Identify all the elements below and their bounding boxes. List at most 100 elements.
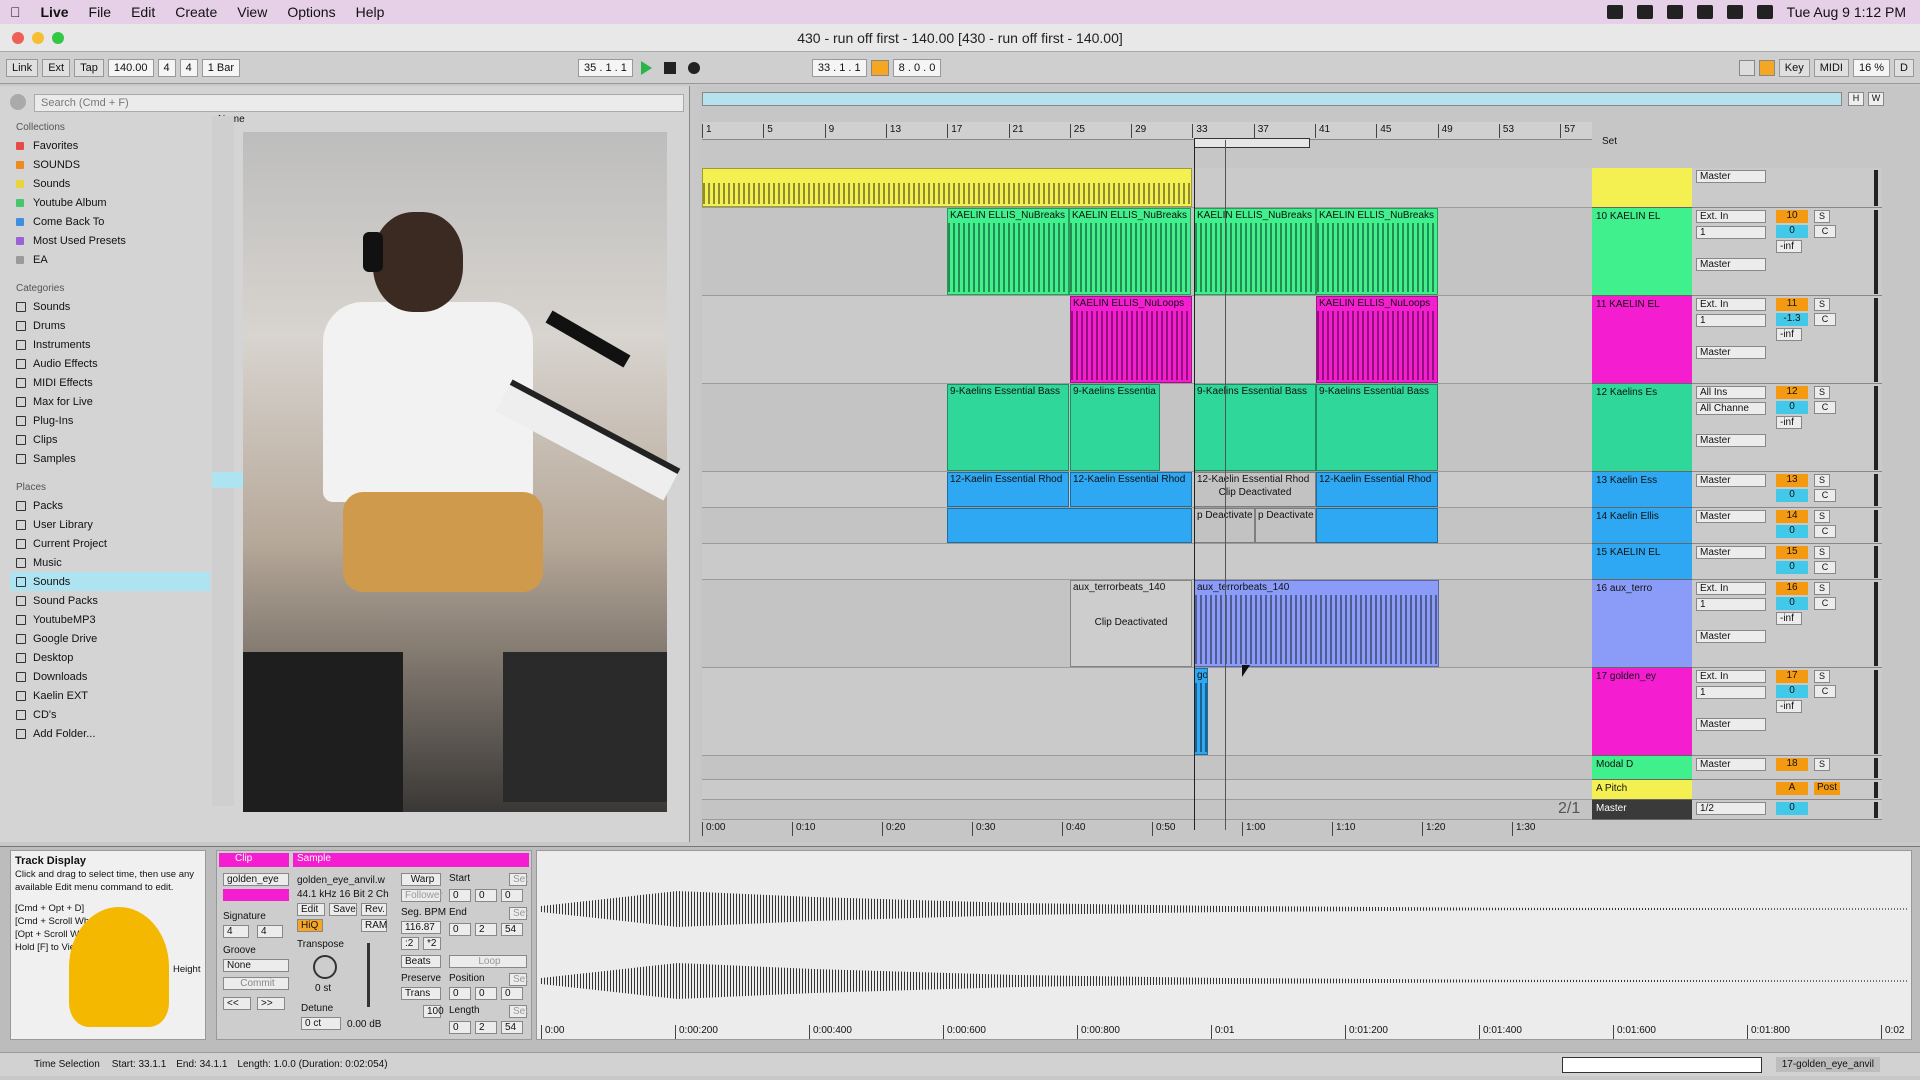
solo-button[interactable]: S bbox=[1814, 670, 1830, 683]
arrangement-clip[interactable]: 12-Kaelin Essential Rhod bbox=[1316, 472, 1438, 507]
solo-button[interactable]: S bbox=[1814, 386, 1830, 399]
record-icon[interactable] bbox=[687, 61, 700, 74]
category-item[interactable]: Max for Live bbox=[10, 392, 210, 411]
input-channel-select[interactable]: 1 bbox=[1696, 598, 1766, 611]
number-field[interactable]: 0 bbox=[449, 889, 471, 902]
position-set-button[interactable]: Set bbox=[509, 973, 528, 986]
track-volume[interactable]: 0 bbox=[1776, 685, 1808, 698]
output-select[interactable]: Master bbox=[1696, 170, 1766, 183]
follower-button[interactable]: Follower bbox=[401, 889, 443, 902]
number-field[interactable]: 2 bbox=[475, 923, 497, 936]
ext-sync-button[interactable]: Ext bbox=[42, 58, 71, 77]
track-volume[interactable]: 0 bbox=[1776, 489, 1808, 502]
output-select[interactable]: 1/2 bbox=[1696, 802, 1766, 815]
play-icon[interactable] bbox=[640, 60, 652, 75]
folder-tree[interactable] bbox=[212, 116, 234, 806]
arrangement-clip[interactable]: 12-Kaelin Essential Rhod bbox=[1070, 472, 1192, 507]
place-item[interactable]: YoutubeMP3 bbox=[10, 610, 210, 629]
number-field[interactable]: 0 bbox=[449, 923, 471, 936]
track-activator[interactable]: 11 bbox=[1776, 298, 1808, 311]
track-header[interactable]: Modal D bbox=[1592, 756, 1692, 780]
arrangement-clip[interactable]: p Deactivate bbox=[1255, 508, 1316, 543]
arrangement-clip[interactable]: KAELIN ELLIS_NuBreaks bbox=[947, 208, 1069, 295]
arrangement-overview[interactable] bbox=[702, 92, 1842, 106]
place-item[interactable]: Google Drive bbox=[10, 629, 210, 648]
input-type-select[interactable]: Ext. In bbox=[1696, 210, 1766, 223]
clip-sig-num[interactable]: 4 bbox=[223, 925, 249, 938]
input-type-select[interactable]: Ext. In bbox=[1696, 582, 1766, 595]
signature-num[interactable]: 4 bbox=[157, 58, 176, 77]
category-item[interactable]: MIDI Effects bbox=[10, 373, 210, 392]
pan-knob[interactable]: C bbox=[1814, 489, 1836, 502]
track-name[interactable]: 12 Kaelins Es bbox=[1596, 387, 1657, 398]
output-select[interactable]: Master bbox=[1696, 434, 1766, 447]
pan-knob[interactable]: C bbox=[1814, 401, 1836, 414]
pan-knob[interactable]: C bbox=[1814, 525, 1836, 538]
minimize-icon[interactable] bbox=[32, 32, 44, 44]
solo-button[interactable]: S bbox=[1814, 546, 1830, 559]
preserve-select[interactable]: Trans bbox=[401, 987, 441, 1000]
track-name[interactable]: A Pitch bbox=[1596, 783, 1627, 794]
number-field[interactable]: 0 bbox=[475, 987, 497, 1000]
loop-button[interactable]: Loop bbox=[449, 955, 527, 968]
arrangement-clip[interactable]: aux_terrorbeats_140 bbox=[1194, 580, 1439, 667]
menu-view[interactable]: View bbox=[227, 4, 277, 20]
output-select[interactable]: Master bbox=[1696, 718, 1766, 731]
place-item[interactable]: Packs bbox=[10, 496, 210, 515]
track-header[interactable]: 15 KAELIN EL bbox=[1592, 544, 1692, 580]
collection-item[interactable]: SOUNDS bbox=[10, 155, 210, 174]
pan-knob[interactable]: C bbox=[1814, 225, 1836, 238]
pan-knob[interactable]: C bbox=[1814, 685, 1836, 698]
input-type-select[interactable]: Ext. In bbox=[1696, 298, 1766, 311]
arrangement-clip[interactable] bbox=[947, 508, 1192, 543]
zoom-icon[interactable] bbox=[52, 32, 64, 44]
input-channel-select[interactable]: 1 bbox=[1696, 314, 1766, 327]
track-activator[interactable]: 14 bbox=[1776, 510, 1808, 523]
place-item[interactable]: User Library bbox=[10, 515, 210, 534]
arrangement-clip[interactable]: go bbox=[1194, 668, 1208, 755]
collection-item[interactable]: Favorites bbox=[10, 136, 210, 155]
pan-knob[interactable]: C bbox=[1814, 597, 1836, 610]
ram-button[interactable]: RAM bbox=[361, 919, 387, 932]
output-select[interactable]: Master bbox=[1696, 510, 1766, 523]
clip-color-select[interactable] bbox=[223, 889, 289, 901]
sample-time-ruler[interactable]: 0:00 0:00:200 0:00:400 0:00:600 0:00:800 0:01… bbox=[541, 1023, 1907, 1039]
post-button[interactable]: Post bbox=[1814, 782, 1840, 795]
clip-sig-den[interactable]: 4 bbox=[257, 925, 283, 938]
arrangement-clip[interactable]: 9-Kaelins Essential Bass bbox=[1194, 384, 1316, 471]
track-name[interactable]: 11 KAELIN EL bbox=[1596, 299, 1660, 310]
track-name[interactable]: 10 KAELIN EL bbox=[1596, 211, 1660, 222]
loop-length-field[interactable]: 8 . 0 . 0 bbox=[892, 58, 942, 77]
input-channel-select[interactable]: All Channe bbox=[1696, 402, 1766, 415]
arrangement-clip[interactable]: 9-Kaelins Essential Bass bbox=[1316, 384, 1438, 471]
transpose-knob[interactable] bbox=[313, 955, 337, 979]
track-lane[interactable] bbox=[702, 756, 1592, 780]
warp-mode-select[interactable]: Beats bbox=[401, 955, 441, 968]
track-name[interactable]: 13 Kaelin Ess bbox=[1596, 475, 1657, 486]
track-name[interactable]: Modal D bbox=[1596, 759, 1633, 770]
key-map-button[interactable]: Key bbox=[1778, 58, 1810, 77]
track-name[interactable]: Master bbox=[1596, 803, 1627, 814]
track-header[interactable]: A Pitch bbox=[1592, 780, 1692, 800]
track-header[interactable]: Master bbox=[1592, 800, 1692, 820]
arrangement-clip[interactable]: KAELIN ELLIS_NuBreaks bbox=[1316, 208, 1438, 295]
next-button[interactable]: >> bbox=[257, 997, 285, 1010]
category-item[interactable]: Audio Effects bbox=[10, 354, 210, 373]
tempo-field[interactable]: 140.00 bbox=[107, 58, 154, 77]
gain-slider[interactable] bbox=[367, 943, 370, 1007]
menu-edit[interactable]: Edit bbox=[121, 4, 165, 20]
volume-icon[interactable] bbox=[1726, 5, 1743, 19]
warp-button[interactable]: Warp bbox=[401, 873, 441, 886]
category-item[interactable]: Samples bbox=[10, 449, 210, 468]
track-activator[interactable]: A bbox=[1776, 782, 1808, 795]
track-lane[interactable] bbox=[702, 544, 1592, 580]
track-lane[interactable] bbox=[702, 800, 1592, 820]
track-header[interactable] bbox=[1592, 168, 1692, 208]
commit-button[interactable]: Commit bbox=[223, 977, 289, 990]
input-channel-select[interactable]: 1 bbox=[1696, 226, 1766, 239]
search-icon[interactable] bbox=[1756, 5, 1773, 19]
output-select[interactable]: Master bbox=[1696, 630, 1766, 643]
category-item[interactable]: Instruments bbox=[10, 335, 210, 354]
track-header[interactable]: 16 aux_terro bbox=[1592, 580, 1692, 668]
disk-button[interactable]: D bbox=[1894, 58, 1914, 77]
